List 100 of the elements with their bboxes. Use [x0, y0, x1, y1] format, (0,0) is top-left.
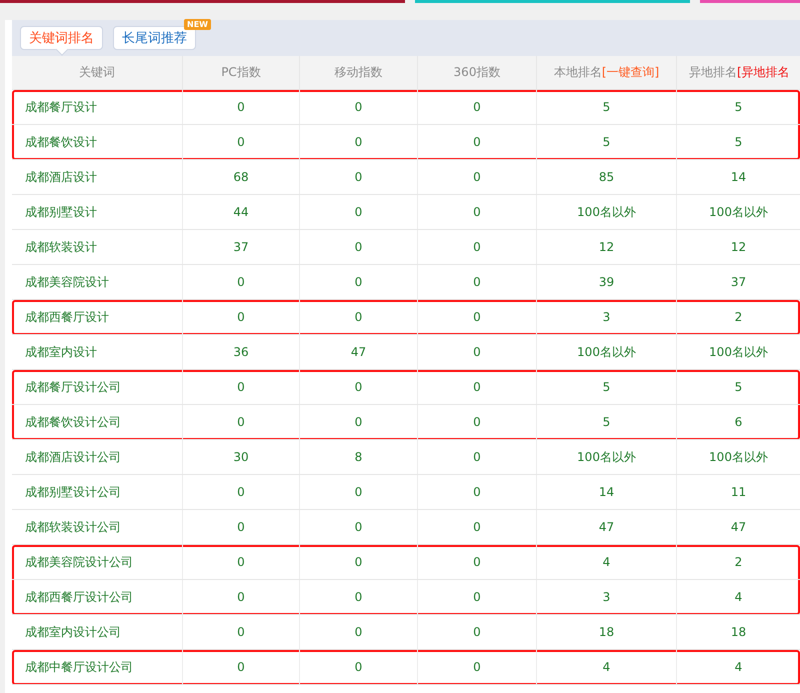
table-cell-text: 2: [734, 554, 744, 571]
table-cell: 39: [537, 265, 677, 299]
column-header: 关键词: [79, 64, 115, 81]
table-cell: 0: [418, 580, 537, 614]
keyword-cell: 成都中餐厅设计公司: [12, 650, 183, 684]
table-cell: 0: [418, 125, 537, 159]
tab[interactable]: 长尾词推荐: [113, 26, 196, 50]
keyword-cell: 成都室内设计公司: [12, 615, 183, 649]
keyword-cell: 成都别墅设计公司: [12, 475, 183, 509]
table-cell: 18: [537, 615, 677, 649]
table-cell: 0: [183, 545, 300, 579]
table-cell: 0: [418, 300, 537, 334]
table-cell: 0: [183, 580, 300, 614]
keyword-cell: 成都酒店设计: [12, 160, 183, 194]
column-header: 移动指数: [334, 64, 382, 81]
table-cell: 5: [537, 370, 677, 404]
table-cell: 100名以外: [537, 195, 677, 229]
table-cell-text: 100名以外: [708, 448, 769, 466]
new-badge: NEW: [184, 19, 211, 30]
table-cell-text: 5: [734, 134, 744, 151]
table-cell: 0: [418, 195, 537, 229]
table-cell: 0: [183, 510, 300, 544]
table-cell: 3: [537, 580, 677, 614]
table-cell-text: 5: [734, 99, 744, 116]
table-cell: 5: [537, 90, 677, 124]
table-cell: 0: [418, 475, 537, 509]
table-cell: 36: [183, 335, 300, 369]
table-cell: 0: [418, 335, 537, 369]
tab[interactable]: 关键词排名: [20, 26, 103, 50]
table-cell: 5: [537, 125, 677, 159]
column-header-link[interactable]: [异地排名: [737, 64, 790, 81]
table-cell: 0: [418, 405, 537, 439]
table-cell-text: 47: [730, 519, 748, 536]
table-cell-text: 37: [730, 274, 748, 291]
table-cell: 47: [300, 335, 418, 369]
table-cell: 68: [183, 160, 300, 194]
table-cell-text: 100名以外: [708, 204, 769, 220]
table-cell: 100名以外: [537, 440, 677, 474]
table-cell: 5: [537, 405, 677, 439]
table-cell-text: 5: [734, 379, 744, 396]
table-cell: 0: [418, 160, 537, 194]
table-cell: 100名以外: [537, 335, 677, 369]
table-cell: 14: [537, 475, 677, 509]
table-cell-text: 2: [734, 309, 744, 326]
table-cell: 0: [300, 545, 418, 579]
table-cell: 3: [537, 300, 677, 334]
column-header: 360指数: [454, 64, 500, 81]
table-cell: 4: [537, 545, 677, 579]
table-cell: 0: [300, 90, 418, 124]
table-cell: 0: [300, 300, 418, 334]
table-cell: 37: [183, 230, 300, 264]
table-cell: 0: [418, 440, 537, 474]
table-cell: 0: [300, 405, 418, 439]
column-header-link[interactable]: [一键查询]: [602, 64, 660, 81]
table-cell: 30: [183, 440, 300, 474]
table-cell: 0: [183, 405, 300, 439]
table-cell-text: 14: [730, 169, 748, 186]
keyword-cell: 成都餐厅设计公司: [12, 370, 183, 404]
table-cell: 0: [300, 160, 418, 194]
table-cell: 0: [300, 650, 418, 684]
column-header: PC指数: [221, 64, 261, 81]
table-cell: 0: [418, 265, 537, 299]
table-cell: 0: [300, 265, 418, 299]
table-cell: 0: [300, 580, 418, 614]
table-cell-text: 4: [734, 589, 744, 606]
table-cell: 0: [183, 265, 300, 299]
keyword-cell: 成都西餐厅设计: [12, 300, 183, 334]
table-cell-text: 18: [730, 624, 748, 641]
table-cell-text: 12: [730, 239, 748, 256]
table-cell: 0: [300, 125, 418, 159]
table-cell: 0: [183, 370, 300, 404]
table-cell: 0: [300, 475, 418, 509]
column-header: 异地排名: [689, 64, 737, 81]
table-cell-text: 100名以外: [708, 344, 769, 360]
table-cell: 8: [300, 440, 418, 474]
keyword-cell: 成都餐饮设计: [12, 125, 183, 159]
table-cell: 0: [183, 650, 300, 684]
column-header: 本地排名: [554, 64, 602, 81]
table-cell: 4: [537, 650, 677, 684]
table-cell-text: 6: [734, 414, 744, 431]
table-cell: 0: [300, 615, 418, 649]
table-cell: 0: [418, 615, 537, 649]
keyword-cell: 成都餐厅设计: [12, 90, 183, 124]
table-cell: 44: [183, 195, 300, 229]
table-cell: 0: [300, 195, 418, 229]
keyword-cell: 成都软装设计: [12, 230, 183, 264]
table-cell: 0: [183, 125, 300, 159]
keyword-cell: 成都软装设计公司: [12, 510, 183, 544]
keyword-cell: 成都西餐厅设计公司: [12, 580, 183, 614]
table-cell-text: 11: [730, 484, 748, 501]
table-cell: 0: [300, 370, 418, 404]
table-cell: 0: [183, 615, 300, 649]
table-cell: 0: [418, 510, 537, 544]
table-cell: 0: [418, 545, 537, 579]
keyword-cell: 成都别墅设计: [12, 195, 183, 229]
keyword-cell: 成都餐饮设计公司: [12, 405, 183, 439]
table-cell: 0: [418, 90, 537, 124]
table-cell: 0: [183, 90, 300, 124]
keyword-cell: 成都室内设计: [12, 335, 183, 369]
keyword-cell: 成都酒店设计公司: [12, 440, 183, 474]
